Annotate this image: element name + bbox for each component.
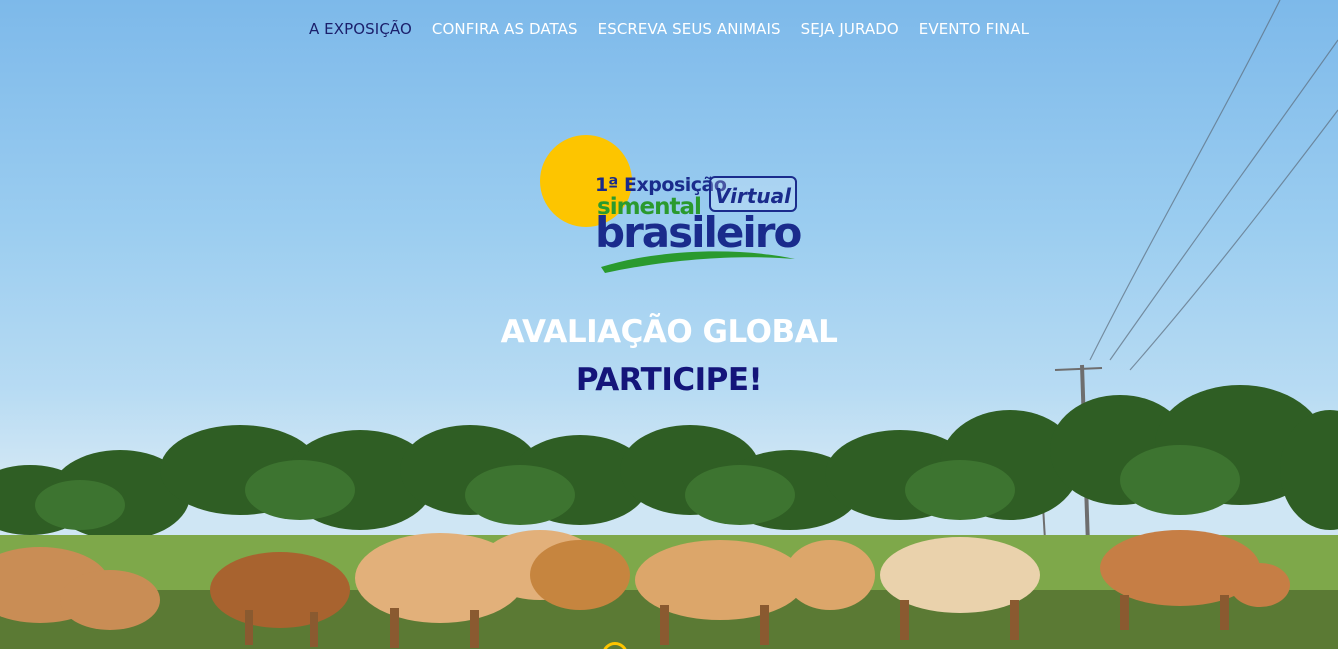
green-swoosh-icon	[601, 251, 795, 273]
hero-title: AVALIAÇÃO GLOBAL	[500, 314, 838, 350]
nav-link-evento-final[interactable]: EVENTO FINAL	[919, 20, 1029, 38]
logo-virtual-badge: Virtual	[709, 176, 797, 212]
event-logo: 1ª Exposição Virtual simental brasileiro	[535, 130, 805, 280]
hero-section: A EXPOSIÇÃO CONFIRA AS DATAS ESCREVA SEU…	[0, 0, 1338, 649]
top-navigation: A EXPOSIÇÃO CONFIRA AS DATAS ESCREVA SEU…	[0, 20, 1338, 38]
nav-link-escreva-seus-animais[interactable]: ESCREVA SEUS ANIMAIS	[598, 20, 781, 38]
hero-cta-text: PARTICIPE!	[575, 362, 763, 398]
nav-link-confira-as-datas[interactable]: CONFIRA AS DATAS	[432, 20, 578, 38]
nav-link-seja-jurado[interactable]: SEJA JURADO	[801, 20, 899, 38]
logo-line-exposicao: 1ª Exposição	[595, 174, 727, 196]
nav-link-a-exposicao[interactable]: A EXPOSIÇÃO	[309, 20, 412, 38]
